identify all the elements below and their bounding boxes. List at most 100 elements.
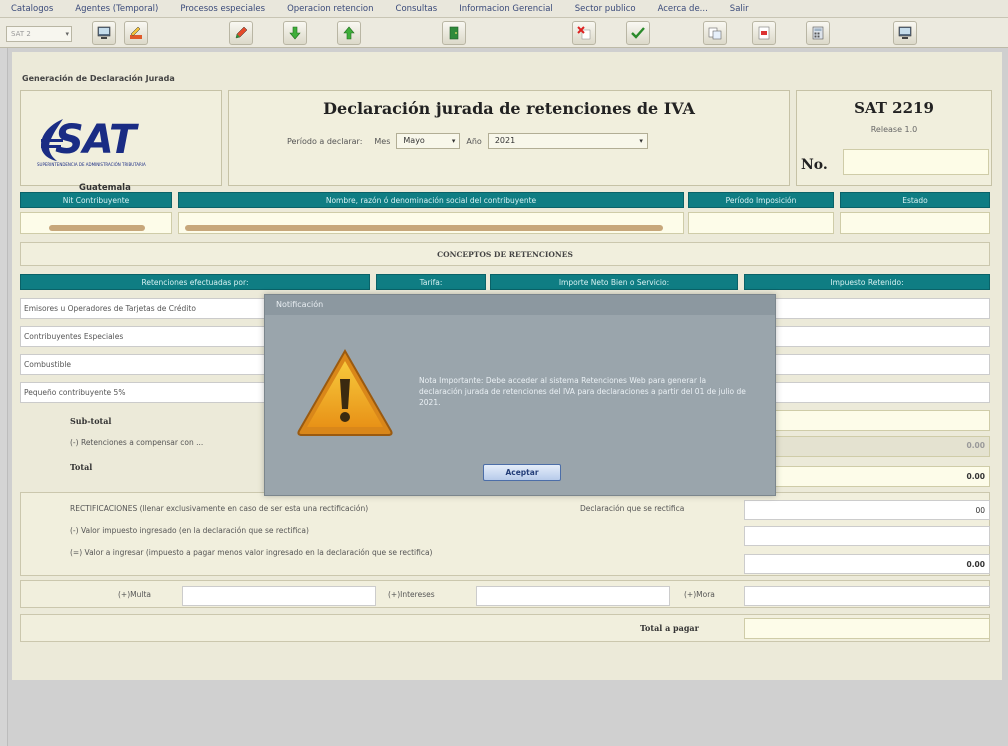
rectified-declaration-label: Declaración que se rectifica <box>580 504 685 513</box>
header-net-amount: Importe Neto Bien o Servicio: <box>490 274 738 290</box>
header-tax-withheld: Impuesto Retenido: <box>744 274 990 290</box>
period-field[interactable] <box>688 212 834 234</box>
warning-icon <box>297 348 393 436</box>
form-code: SAT 2219 <box>854 99 934 117</box>
period-label: Período a declarar: <box>287 136 363 146</box>
name-field[interactable] <box>178 212 684 234</box>
tax-fuel-field[interactable] <box>744 354 990 375</box>
menu-item-informacion-gerencial[interactable]: Informacion Gerencial <box>448 4 564 14</box>
subtotal-label: Sub-total <box>70 416 112 426</box>
nit-placeholder-bar <box>49 225 145 231</box>
check-icon[interactable] <box>626 21 650 45</box>
dialog-message: Nota Importante: Debe acceder al sistema… <box>419 376 746 407</box>
month-value: Mayo <box>403 136 425 145</box>
year-label: Año <box>466 136 482 146</box>
interest-field[interactable] <box>476 586 670 606</box>
paid-value-label: (-) Valor impuesto ingresado (en la decl… <box>70 526 309 535</box>
paid-value-field[interactable] <box>744 526 990 546</box>
year-select[interactable]: 2021 ▾ <box>487 133 648 149</box>
copy-icon[interactable] <box>703 21 727 45</box>
retention-row-special: Contribuyentes Especiales <box>20 326 270 347</box>
subtotal-field[interactable] <box>744 410 990 431</box>
rectified-declaration-value: 00 <box>975 506 985 515</box>
accept-button[interactable]: Aceptar <box>483 464 561 481</box>
header-rate: Tarifa: <box>376 274 486 290</box>
left-scroll-gutter <box>0 48 8 746</box>
pdf-icon[interactable] <box>752 21 776 45</box>
to-pay-field[interactable]: 0.00 <box>744 554 990 574</box>
rectifications-title: RECTIFICACIONES (llenar exclusivamente e… <box>70 504 369 513</box>
month-select[interactable]: Mayo ▾ <box>396 133 461 149</box>
name-placeholder-bar <box>185 225 663 231</box>
arrow-down-icon[interactable] <box>283 21 307 45</box>
chevron-down-icon: ▾ <box>639 137 643 145</box>
dialog-title: Notificación <box>265 295 775 315</box>
menu-item-salir[interactable]: Salir <box>719 4 760 14</box>
nit-field[interactable] <box>20 212 172 234</box>
rectified-declaration-field[interactable]: 00 <box>744 500 990 520</box>
calculator-icon[interactable] <box>806 21 830 45</box>
number-field[interactable] <box>843 149 989 175</box>
header-name: Nombre, razón ó denominación social del … <box>178 192 684 208</box>
signature-icon[interactable] <box>124 21 148 45</box>
number-label: No. <box>801 157 828 173</box>
empty-workspace <box>8 680 1008 746</box>
menu-item-catalogos[interactable]: Catalogos <box>0 4 64 14</box>
arrow-up-icon[interactable] <box>337 21 361 45</box>
total-label: Total <box>70 462 93 472</box>
cancel-x-icon[interactable] <box>572 21 596 45</box>
header-period: Período Imposición <box>688 192 834 208</box>
year-value: 2021 <box>494 136 516 145</box>
header-status: Estado <box>840 192 990 208</box>
form-selector-combo[interactable]: SAT 2 ▾ <box>6 26 72 42</box>
pen-icon[interactable] <box>229 21 253 45</box>
tax-small-field[interactable] <box>744 382 990 403</box>
monitor-icon[interactable] <box>92 21 116 45</box>
compensate-value: 0.00 <box>966 441 985 450</box>
form-code-panel: SAT 2219 Release 1.0 No. <box>796 90 992 186</box>
late-label: (+)Mora <box>684 590 715 599</box>
retention-row-fuel: Combustible <box>20 354 270 375</box>
menu-bar: Catalogos Agentes (Temporal) Procesos es… <box>0 0 1008 18</box>
chevron-down-icon: ▾ <box>65 30 69 38</box>
monitor-icon-2[interactable] <box>893 21 917 45</box>
late-field[interactable] <box>744 586 990 606</box>
toolbar: SAT 2 ▾ <box>0 18 1008 48</box>
tax-cards-field[interactable] <box>744 298 990 319</box>
sat-logo: SAT <box>55 117 136 163</box>
menu-item-acerca-de[interactable]: Acerca de... <box>647 4 719 14</box>
release-label: Release 1.0 <box>870 125 918 134</box>
period-selector: Período a declarar: Mes Mayo ▾ Año 2021 ▾ <box>287 133 648 149</box>
tax-special-field[interactable] <box>744 326 990 347</box>
retention-row-small: Pequeño contribuyente 5% <box>20 382 270 403</box>
to-pay-value: 0.00 <box>966 560 985 569</box>
menu-item-procesos-especiales[interactable]: Procesos especiales <box>169 4 276 14</box>
total-field[interactable]: 0.00 <box>744 466 990 487</box>
to-pay-label: (=) Valor a ingresar (impuesto a pagar m… <box>70 548 433 557</box>
declaration-title: Declaración jurada de retenciones de IVA <box>323 99 695 118</box>
interest-label: (+)Intereses <box>388 590 435 599</box>
compensate-label: (-) Retenciones a compensar con ... <box>70 438 204 447</box>
section-title: Generación de Declaración Jurada <box>22 74 175 83</box>
fine-label: (+)Multa <box>118 590 151 599</box>
chevron-down-icon: ▾ <box>451 137 456 145</box>
menu-item-operacion-retencion[interactable]: Operacion retencion <box>276 4 384 14</box>
month-label: Mes <box>374 136 391 146</box>
logo-subtitle: SUPERINTENDENCIA DE ADMINISTRACIÓN TRIBU… <box>37 162 146 167</box>
menu-item-consultas[interactable]: Consultas <box>385 4 449 14</box>
compensate-field[interactable]: 0.00 <box>744 436 990 457</box>
header-nit: Nit Contribuyente <box>20 192 172 208</box>
logo-panel: SAT SUPERINTENDENCIA DE ADMINISTRACIÓN T… <box>20 90 222 193</box>
menu-item-sector-publico[interactable]: Sector publico <box>564 4 647 14</box>
exit-door-icon[interactable] <box>442 21 466 45</box>
concepts-band: CONCEPTOS DE RETENCIONES <box>20 242 990 266</box>
status-field[interactable] <box>840 212 990 234</box>
title-panel: Declaración jurada de retenciones de IVA… <box>228 90 790 186</box>
menu-item-agentes[interactable]: Agentes (Temporal) <box>64 4 169 14</box>
fine-field[interactable] <box>182 586 376 606</box>
total-payable-field[interactable] <box>744 618 990 639</box>
total-payable-label: Total a pagar <box>640 623 699 633</box>
total-value: 0.00 <box>966 472 985 481</box>
header-retention-by: Retenciones efectuadas por: <box>20 274 370 290</box>
concepts-title: CONCEPTOS DE RETENCIONES <box>437 250 573 259</box>
